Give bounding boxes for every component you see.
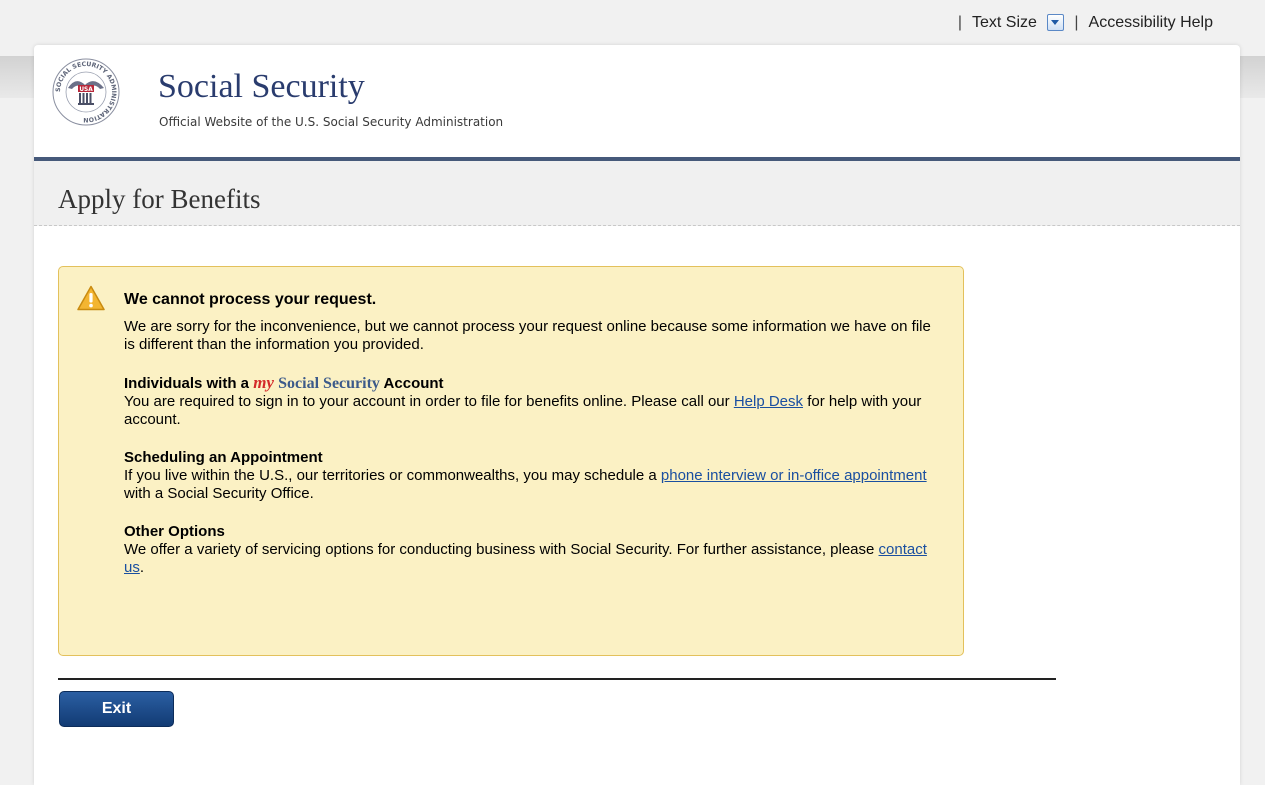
main-card: SOCIAL SECURITY ADMINISTRATION USA Socia… xyxy=(34,45,1240,785)
help-desk-link[interactable]: Help Desk xyxy=(734,393,803,410)
account-section: Individuals with a my Social Security Ac… xyxy=(124,374,944,429)
ssa-seal-icon: SOCIAL SECURITY ADMINISTRATION USA xyxy=(52,58,120,126)
warning-icon xyxy=(77,285,105,311)
seal-usa-text: USA xyxy=(79,87,93,93)
site-tagline: Official Website of the U.S. Social Secu… xyxy=(159,115,504,129)
other-options-text-after: . xyxy=(139,559,145,576)
schedule-heading: Scheduling an Appointment xyxy=(124,449,323,466)
warning-alert-box: We cannot process your request. We are s… xyxy=(58,266,964,656)
schedule-section: Scheduling an Appointment If you live wi… xyxy=(124,449,944,503)
account-heading: Individuals with a my Social Security Ac… xyxy=(124,374,944,393)
text-size-menu[interactable]: Text Size xyxy=(971,14,1065,32)
account-text: You are required to sign in to your acco… xyxy=(124,393,730,410)
accessibility-help-link[interactable]: Accessibility Help xyxy=(1089,14,1213,32)
other-options-text: We offer a variety of servicing options … xyxy=(124,541,875,558)
my-logo-text: my xyxy=(253,373,274,392)
utility-bar: | Text Size | Accessibility Help xyxy=(948,0,1213,46)
exit-button[interactable]: Exit xyxy=(59,691,174,727)
separator: | xyxy=(957,14,962,31)
site-title[interactable]: Social Security xyxy=(158,68,365,106)
chevron-down-icon[interactable] xyxy=(1047,14,1065,32)
page-title: Apply for Benefits xyxy=(58,184,261,214)
alert-intro: We are sorry for the inconvenience, but … xyxy=(124,318,931,353)
account-heading-prefix: Individuals with a xyxy=(124,375,250,392)
separator: | xyxy=(1074,14,1079,31)
site-header: SOCIAL SECURITY ADMINISTRATION USA Socia… xyxy=(34,45,1240,157)
other-options-section: Other Options We offer a variety of serv… xyxy=(124,523,944,577)
alert-content: We cannot process your request. We are s… xyxy=(124,291,944,597)
schedule-text: If you live within the U.S., our territo… xyxy=(124,467,657,484)
social-security-logo-text: Social Security xyxy=(278,375,380,392)
alert-title: We cannot process your request. xyxy=(124,291,377,308)
schedule-text-after: with a Social Security Office. xyxy=(124,485,314,502)
text-size-label: Text Size xyxy=(971,14,1037,31)
page-title-band: Apply for Benefits xyxy=(34,161,1240,226)
account-heading-suffix: Account xyxy=(383,375,444,392)
content-divider xyxy=(58,678,1056,680)
other-options-heading: Other Options xyxy=(124,523,225,540)
schedule-appointment-link[interactable]: phone interview or in-office appointment xyxy=(661,467,927,484)
